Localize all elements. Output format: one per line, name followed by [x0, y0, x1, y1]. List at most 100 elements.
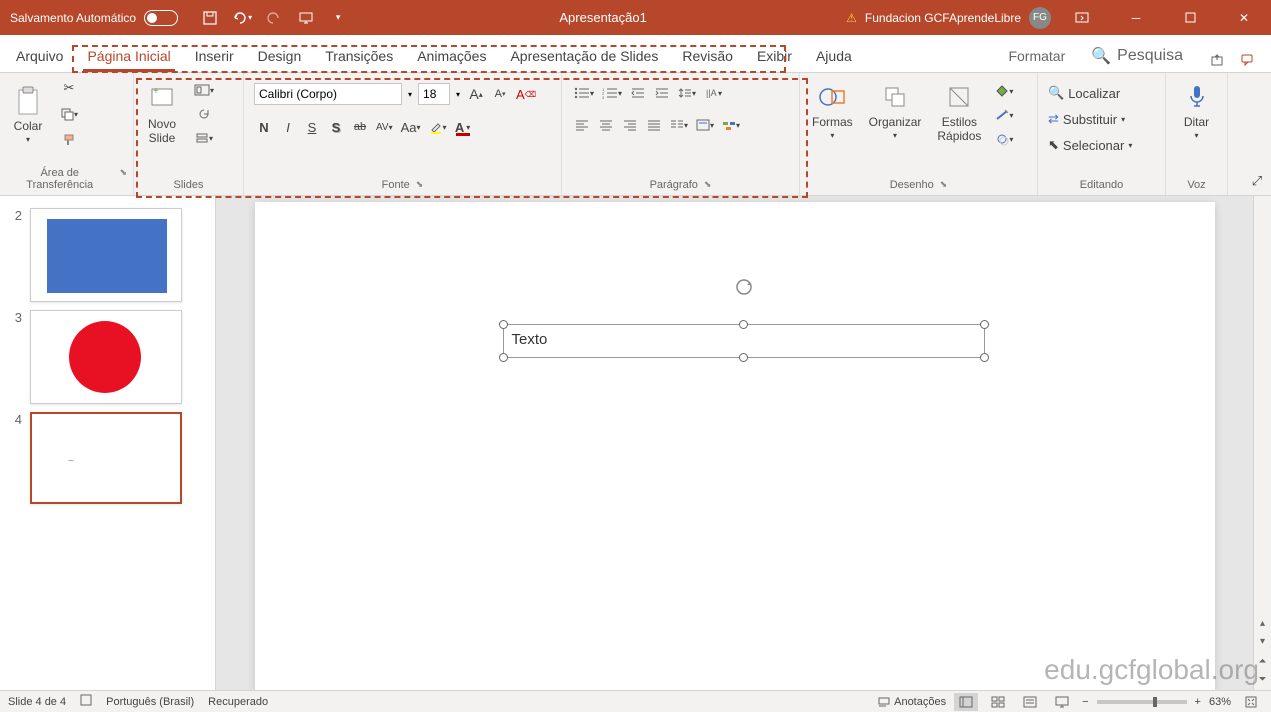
resize-handle[interactable]: [739, 353, 748, 362]
slideshow-view-icon[interactable]: [1050, 693, 1074, 711]
shapes-button[interactable]: Formas ▾: [806, 77, 859, 144]
save-icon[interactable]: [198, 6, 222, 30]
strike-button[interactable]: ab: [350, 117, 370, 137]
font-launcher-icon[interactable]: ⬊: [416, 179, 424, 191]
search-box[interactable]: 🔍 Pesquisa: [1077, 40, 1197, 72]
cut-icon[interactable]: ✂: [58, 78, 80, 98]
user-avatar[interactable]: FG: [1029, 7, 1051, 29]
close-icon[interactable]: ✕: [1221, 0, 1267, 35]
resize-handle[interactable]: [499, 320, 508, 329]
resize-handle[interactable]: [739, 320, 748, 329]
paste-button[interactable]: Colar ▾: [6, 81, 50, 148]
vertical-scrollbar[interactable]: ▴ ▾ ⏶ ⏷: [1253, 196, 1271, 690]
slide-thumb-2[interactable]: [30, 208, 182, 302]
increase-indent-icon[interactable]: [652, 83, 672, 103]
tab-design[interactable]: Design: [246, 40, 314, 72]
notes-button[interactable]: Anotações: [878, 696, 946, 708]
scroll-up-icon[interactable]: ▴: [1254, 614, 1271, 632]
align-justify-icon[interactable]: [644, 115, 664, 135]
tab-revisao[interactable]: Revisão: [670, 40, 745, 72]
new-slide-button[interactable]: + Novo Slide: [140, 79, 184, 149]
shape-fill-icon[interactable]: ▾: [993, 81, 1015, 101]
drawing-launcher-icon[interactable]: ⬊: [940, 179, 948, 191]
resize-handle[interactable]: [980, 320, 989, 329]
zoom-in-button[interactable]: +: [1195, 696, 1201, 708]
size-dropdown-icon[interactable]: ▾: [454, 90, 462, 99]
tab-apresentacao[interactable]: Apresentação de Slides: [498, 40, 670, 72]
normal-view-icon[interactable]: [954, 693, 978, 711]
redo-icon[interactable]: [262, 6, 286, 30]
bold-button[interactable]: N: [254, 117, 274, 137]
char-spacing-button[interactable]: AV▾: [374, 117, 395, 137]
accessibility-icon[interactable]: [80, 694, 92, 709]
tab-exibir[interactable]: Exibir: [745, 40, 804, 72]
italic-button[interactable]: I: [278, 117, 298, 137]
tab-inserir[interactable]: Inserir: [183, 40, 246, 72]
collapse-ribbon-icon[interactable]: ⤢: [1247, 171, 1267, 191]
language-label[interactable]: Português (Brasil): [106, 696, 194, 708]
font-size-input[interactable]: [418, 83, 450, 105]
tab-ajuda[interactable]: Ajuda: [804, 40, 864, 72]
replace-button[interactable]: ⇄ Substituir ▾: [1046, 109, 1157, 129]
shape-outline-icon[interactable]: ▾: [993, 105, 1015, 125]
resize-handle[interactable]: [980, 353, 989, 362]
tab-arquivo[interactable]: Arquivo: [4, 40, 75, 72]
arrange-button[interactable]: Organizar ▾: [863, 77, 928, 144]
align-right-icon[interactable]: [620, 115, 640, 135]
tab-transicoes[interactable]: Transições: [313, 40, 405, 72]
share-icon[interactable]: [1205, 48, 1229, 72]
textbox-text[interactable]: Texto: [512, 331, 548, 348]
maximize-icon[interactable]: [1167, 0, 1213, 35]
change-case-button[interactable]: Aa▾: [399, 117, 423, 137]
decrease-indent-icon[interactable]: [628, 83, 648, 103]
layout-icon[interactable]: ▾: [192, 80, 216, 100]
section-icon[interactable]: ▾: [192, 128, 216, 148]
align-text-icon[interactable]: ▾: [694, 115, 716, 135]
sorter-view-icon[interactable]: [986, 693, 1010, 711]
rotate-handle-icon[interactable]: [734, 277, 754, 297]
slideshow-start-icon[interactable]: [294, 6, 318, 30]
fit-window-icon[interactable]: [1239, 693, 1263, 711]
line-spacing-icon[interactable]: ▾: [676, 83, 698, 103]
slide-canvas[interactable]: Texto: [255, 202, 1215, 692]
zoom-slider[interactable]: [1097, 700, 1187, 704]
shadow-button[interactable]: S: [326, 117, 346, 137]
slide-thumb-4[interactable]: ~: [30, 412, 182, 504]
quick-styles-button[interactable]: Estilos Rápidos: [931, 77, 987, 147]
comments-icon[interactable]: [1235, 48, 1259, 72]
dictate-button[interactable]: Ditar ▾: [1172, 77, 1221, 144]
underline-button[interactable]: S: [302, 117, 322, 137]
slide-thumbnail-panel[interactable]: 2 3 4 ~: [0, 196, 216, 690]
tab-animacoes[interactable]: Animações: [405, 40, 498, 72]
scroll-down-icon[interactable]: ▾: [1254, 632, 1271, 650]
align-center-icon[interactable]: [596, 115, 616, 135]
numbering-button[interactable]: 123▾: [600, 83, 624, 103]
find-button[interactable]: 🔍 Localizar: [1046, 83, 1157, 103]
shape-effects-icon[interactable]: ▾: [993, 129, 1015, 149]
zoom-out-button[interactable]: −: [1082, 696, 1088, 708]
clipboard-launcher-icon[interactable]: ⬊: [119, 167, 127, 191]
resize-handle[interactable]: [499, 353, 508, 362]
slide-thumb-3[interactable]: [30, 310, 182, 404]
format-painter-icon[interactable]: [58, 130, 80, 150]
font-color-button[interactable]: A▾: [453, 117, 473, 137]
select-button[interactable]: ⬉ Selecionar ▾: [1046, 135, 1157, 155]
increase-font-icon[interactable]: A▴: [466, 84, 486, 104]
bullets-button[interactable]: ▾: [572, 83, 596, 103]
reset-icon[interactable]: [192, 104, 216, 124]
qat-more-icon[interactable]: ▾: [326, 6, 350, 30]
smartart-icon[interactable]: ▾: [720, 115, 742, 135]
paragraph-launcher-icon[interactable]: ⬊: [704, 179, 712, 191]
columns-icon[interactable]: ▾: [668, 115, 690, 135]
textbox-selected[interactable]: Texto: [503, 324, 985, 358]
font-name-input[interactable]: [254, 83, 402, 105]
text-direction-icon[interactable]: ||A▾: [702, 83, 724, 103]
reading-view-icon[interactable]: [1018, 693, 1042, 711]
minimize-icon[interactable]: ─: [1113, 0, 1159, 35]
font-dropdown-icon[interactable]: ▾: [406, 90, 414, 99]
align-left-icon[interactable]: [572, 115, 592, 135]
tab-pagina-inicial[interactable]: Página Inicial: [75, 40, 182, 72]
highlight-button[interactable]: ▾: [427, 117, 449, 137]
tab-formatar[interactable]: Formatar: [996, 40, 1077, 72]
zoom-thumb[interactable]: [1153, 697, 1157, 707]
